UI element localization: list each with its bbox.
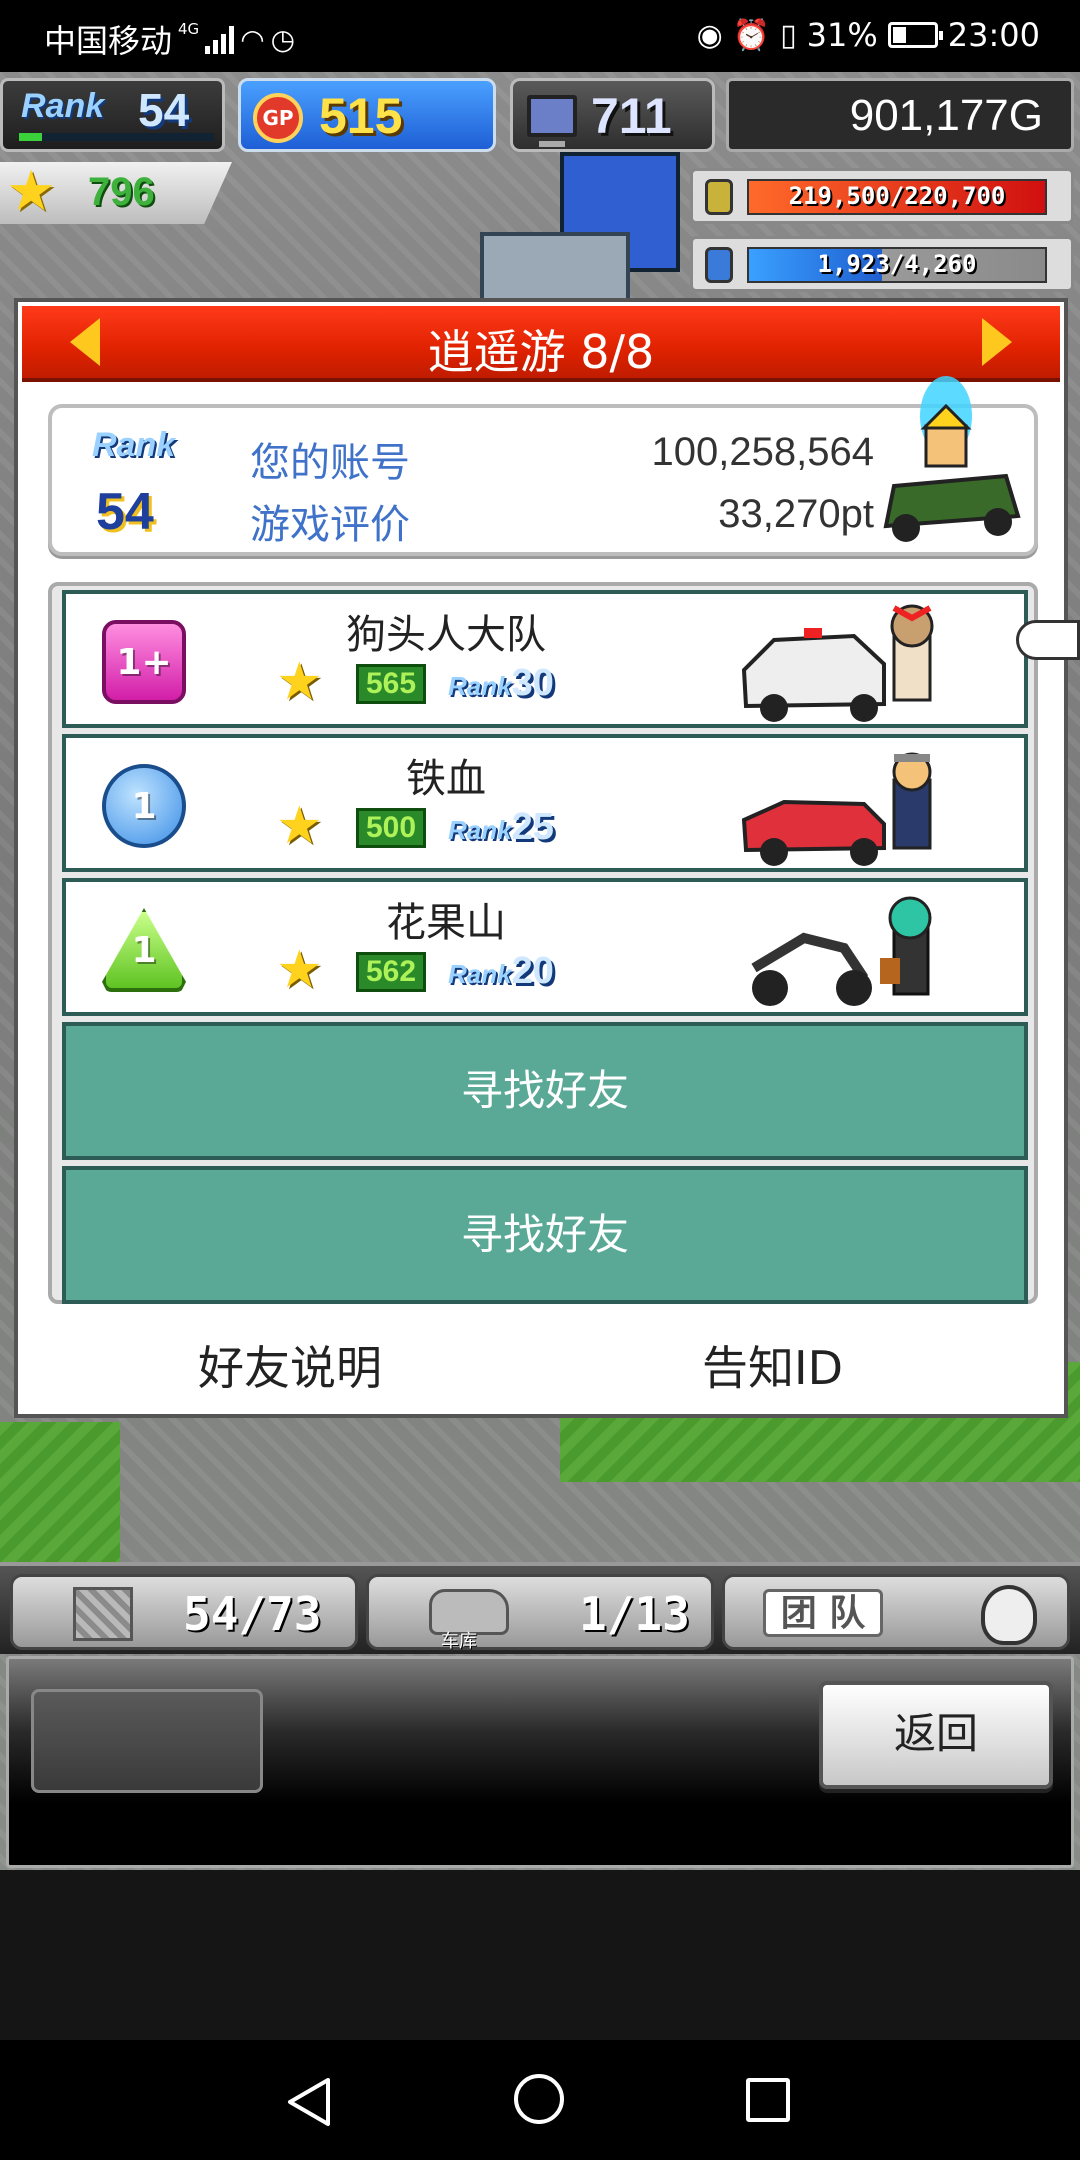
motorcycle-sprite [751,896,932,1006]
star-icon: ★ [6,159,57,224]
star-icon: ★ [276,796,323,856]
account-id-value: 100,258,564 [651,430,874,474]
storage-count: 54/73 [183,1587,322,1641]
control-panel: 返回 [6,1656,1074,1868]
staff-face-icon [981,1585,1037,1645]
grass-patch [0,1422,120,1562]
friend-rank: Rank25 [448,806,554,848]
gp-icon: GP [253,93,303,143]
friend-gp: 565 [356,664,426,704]
signal-icon [205,24,235,54]
friend-row[interactable]: 1 铁血 ★ 500 Rank25 [62,734,1028,872]
clock-icon: ◷ [270,22,296,56]
nav-home-icon[interactable] [514,2074,564,2124]
wifi-icon: ◠ [240,22,265,56]
account-card: Rank 54 您的账号 100,258,564 游戏评价 33,270pt [48,376,1038,556]
resource-gold-value: 219,500/220,700 [788,182,1006,210]
account-rank-label: Rank [92,426,176,464]
carrier-label: 中国移动 [44,22,173,60]
resource-water-value: 1,923/4,260 [817,250,977,278]
friend-rank: Rank30 [448,662,554,704]
resource-water: 1,923/4,260 [690,236,1074,292]
network-type: 4G [178,20,200,38]
hud-computers: 711 [510,78,715,152]
system-nav-bar [0,2040,1080,2160]
lower-tab-bar: 54/73 车库 1/13 团 队 [0,1562,1080,1654]
bottle-icon [705,247,733,283]
friend-level-badge: 1+ [102,620,186,704]
garage-count: 1/13 [579,1587,690,1641]
pointer-hand-icon [1016,620,1080,660]
coin-stack-icon [705,179,733,215]
computer-count: 711 [591,88,672,144]
friend-list: 1+ 狗头人大队 ★ 565 Rank30 1 铁血 ★ 500 Rank25 … [48,582,1038,1304]
star-icon: ★ [276,652,323,712]
hud-rank: Rank 54 [0,78,225,152]
rating-value: 33,270pt [718,492,874,536]
hud-money: 901,177G [726,78,1074,152]
money-value: 901,177G [849,91,1043,140]
rank-value: 54 [138,84,190,136]
resource-gold: 219,500/220,700 [690,168,1074,224]
hud-stars: ★ 796 [0,162,232,224]
vibrate-icon: ▯ [780,17,797,53]
player-kart-sprite [883,376,1021,542]
star-count: 796 [88,170,155,214]
blank-button[interactable] [31,1689,263,1793]
star-icon: ★ [276,940,323,1000]
empty-area [0,1870,1080,2040]
back-button[interactable]: 返回 [819,1681,1053,1789]
crate-icon [73,1587,133,1641]
next-page-button[interactable] [982,318,1012,366]
nav-recent-icon[interactable] [746,2078,790,2122]
battery-percent: 31% [806,16,878,54]
tab-team[interactable]: 团 队 [722,1574,1070,1650]
friend-level-badge: 1 [102,908,186,992]
rating-label: 游戏评价 [250,502,410,548]
status-bar: 中国移动 4G ◠ ◷ ◉ ⏰ ▯ 31% 23:00 [0,0,1080,72]
friend-row[interactable]: 1+ 狗头人大队 ★ 565 Rank30 [62,590,1028,728]
tab-garage[interactable]: 车库 1/13 [366,1574,714,1652]
friend-help-button[interactable]: 好友说明 [198,1332,382,1398]
dialog-footer: 好友说明 告知ID [18,1322,1064,1402]
police-car-sprite [741,604,934,722]
find-friend-button[interactable]: 寻找好友 [62,1022,1028,1160]
account-rank-value: 54 [96,483,154,541]
account-id-label: 您的账号 [250,440,410,486]
battery-icon [887,22,943,48]
clock-time: 23:00 [947,16,1040,54]
rank-label: Rank [21,87,105,125]
friend-level-badge: 1 [102,764,186,848]
notify-id-button[interactable]: 告知ID [702,1332,843,1398]
garage-label: 车库 [441,1631,477,1652]
gp-value: 515 [319,88,403,144]
eye-icon: ◉ [696,17,723,53]
friend-rank: Rank20 [448,950,554,992]
team-label: 团 队 [763,1589,883,1637]
tab-storage[interactable]: 54/73 [10,1574,358,1650]
nav-back-icon[interactable] [284,2076,332,2128]
sports-car-sprite [741,752,932,866]
hud-gp: GP 515 [238,78,496,152]
friends-dialog: 逍遥游 8/8 Rank 54 您的账号 100,258,564 游戏评价 33… [14,298,1068,1418]
computer-icon [527,95,577,147]
alarm-icon: ⏰ [732,17,771,53]
friend-gp: 500 [356,808,426,848]
find-friend-button[interactable]: 寻找好友 [62,1166,1028,1304]
friend-row[interactable]: 1 花果山 ★ 562 Rank20 [62,878,1028,1016]
friend-gp: 562 [356,952,426,992]
rank-progress-bar [19,133,214,141]
